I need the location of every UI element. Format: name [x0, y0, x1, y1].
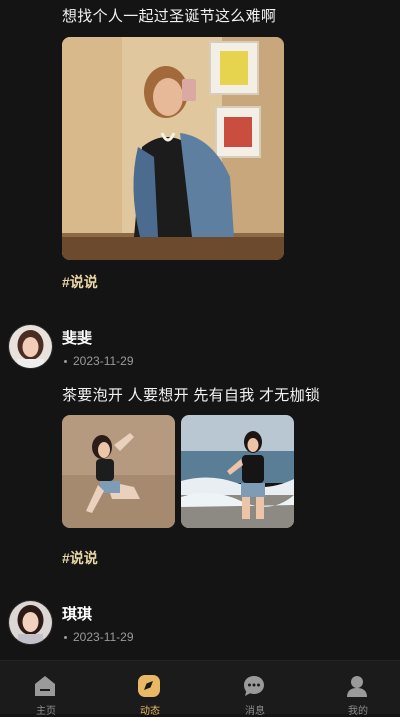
tab-label: 我的 [348, 706, 368, 717]
tab-label: 动态 [140, 706, 160, 717]
tab-messages[interactable]: 消息 [205, 661, 305, 717]
avatar-image [9, 325, 52, 368]
post-date: 2023-11-29 [64, 630, 134, 644]
post-photo[interactable] [62, 415, 175, 528]
tab-home[interactable]: 主页 [0, 661, 96, 717]
post-date-value: 2023-11-29 [73, 630, 134, 644]
post-photo[interactable] [181, 415, 294, 528]
moments-feed[interactable]: 想找个人一起过圣诞节这么难啊 #说说 斐斐 2023-11-29 茶要泡开 人要… [0, 0, 400, 660]
post-date: 2023-11-29 [64, 354, 134, 368]
tab-label: 消息 [245, 706, 265, 717]
chat-bubble-icon [244, 676, 264, 696]
avatar[interactable] [8, 324, 53, 369]
tab-label: 主页 [36, 706, 56, 717]
beach-sitting-image [62, 415, 175, 528]
avatar[interactable] [8, 600, 53, 645]
post-text: 茶要泡开 人要想开 先有自我 才无枷锁 [62, 387, 321, 404]
post-text: 想找个人一起过圣诞节这么难啊 [62, 8, 277, 25]
tab-profile[interactable]: 我的 [308, 661, 400, 717]
compass-icon [138, 675, 160, 697]
post-tag[interactable]: #说说 [62, 272, 98, 292]
mirror-selfie-image [62, 37, 284, 260]
bottom-tab-bar: 主页 动态 消息 我的 [0, 660, 400, 717]
author-name[interactable]: 斐斐 [62, 327, 92, 348]
tab-moments[interactable]: 动态 [100, 661, 200, 717]
post-tag[interactable]: #说说 [62, 548, 98, 568]
bullet-icon [64, 360, 67, 364]
beach-waves-image [181, 415, 294, 528]
post-date-value: 2023-11-29 [73, 354, 134, 368]
bullet-icon [64, 636, 67, 640]
home-icon [35, 676, 55, 696]
author-name[interactable]: 琪琪 [62, 603, 92, 624]
person-icon [347, 676, 367, 697]
avatar-image [9, 601, 52, 644]
post-photo[interactable] [62, 37, 284, 260]
